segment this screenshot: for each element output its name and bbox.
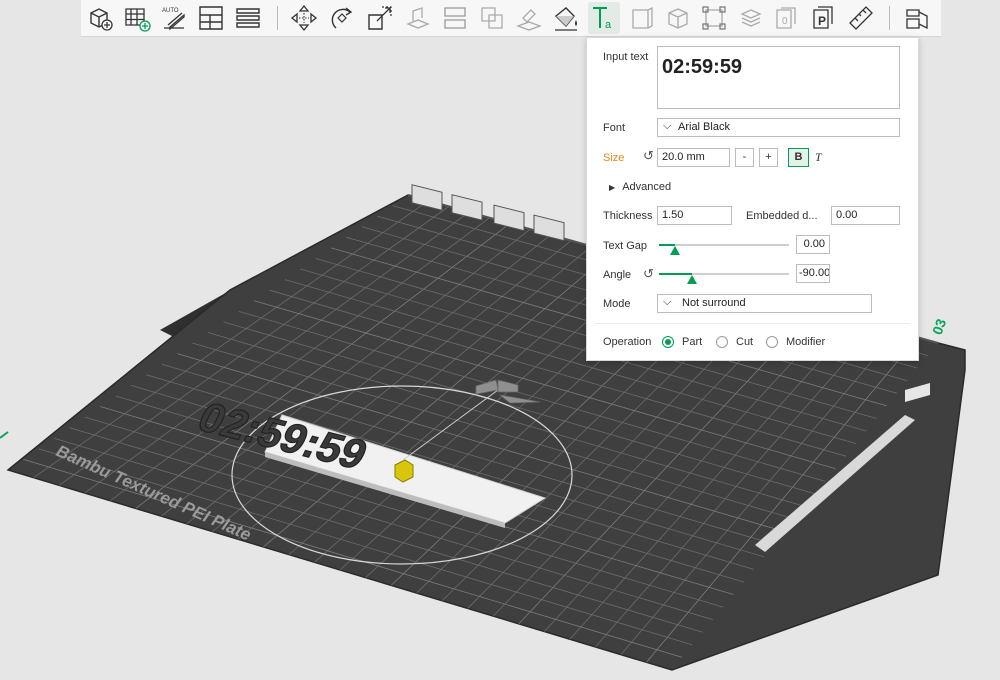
angle-input[interactable]: -90.00 [796,264,830,283]
reset-size-icon[interactable]: ↺ [643,148,654,164]
radio-button[interactable] [716,336,728,348]
text-gap-input[interactable]: 0.00 [796,235,830,254]
text-tool-panel: Input text 02:59:59 Font ⌵ Arial Black S… [586,37,919,361]
panel-divider [595,323,910,324]
embedded-depth-input[interactable]: 0.00 [831,206,900,225]
place-on-face-icon[interactable] [402,2,434,34]
boolean-icon[interactable] [476,2,508,34]
angle-label: Angle [603,269,632,281]
thickness-label: Thickness [603,210,653,222]
thickness-input[interactable]: 1.50 [657,206,732,225]
split-list-icon[interactable] [232,2,264,34]
input-text-label: Input text [603,51,649,63]
size-decrease-button[interactable]: - [735,148,754,167]
radio-button[interactable] [766,336,778,348]
input-text-field[interactable]: 02:59:59 [657,46,900,109]
svg-text:a: a [605,19,612,31]
svg-text:P: P [818,14,826,28]
toolbar-separator [889,6,890,30]
scale-icon[interactable] [364,2,396,34]
operation-modifier-label: Modifier [786,336,826,348]
italic-button[interactable]: T [815,150,822,165]
axis-marker [0,431,9,439]
text-gap-slider-thumb[interactable] [670,246,680,255]
font-label: Font [603,122,626,134]
move-icon[interactable] [288,2,320,34]
arrange-icon[interactable] [195,2,227,34]
size-input[interactable]: 20.0 mm [657,148,730,167]
advanced-label: Advanced [622,181,672,193]
variable-layer-icon[interactable]: 0 [771,2,803,34]
font-select-value: Arial Black [678,121,730,133]
mode-label: Mode [603,298,631,310]
rotate-icon[interactable] [326,2,358,34]
add-plate-icon[interactable] [121,2,153,34]
toolbar-separator [277,6,278,30]
gizmo-handle-icon[interactable] [394,459,414,483]
font-select[interactable]: ⌵ Arial Black [657,118,900,137]
add-object-icon[interactable] [84,2,116,34]
operation-label: Operation [603,336,652,348]
mesh-boolean-icon[interactable] [662,2,694,34]
plate-number: 03 [929,316,949,336]
auto-orient-icon[interactable]: AUTO [158,2,190,34]
mode-select-value: Not surround [682,297,746,309]
size-increase-button[interactable]: + [759,148,778,167]
explode-view-icon[interactable] [901,2,933,34]
triangle-right-icon: ▶ [609,183,616,192]
measure-icon[interactable] [845,2,877,34]
angle-slider-thumb[interactable] [687,275,697,284]
chevron-down-icon: ⌵ [663,296,672,308]
emboss-icon[interactable] [626,2,658,34]
layers-icon[interactable] [735,2,767,34]
simplify-icon[interactable] [698,2,730,34]
operation-cut-label: Cut [736,336,754,348]
text-icon[interactable]: a [588,2,620,34]
operation-part-label: Part [682,336,703,348]
size-label: Size [603,152,625,164]
advanced-toggle[interactable]: ▶ Advanced [609,181,671,193]
cut-icon[interactable] [439,2,471,34]
support-paint-icon[interactable] [513,2,545,34]
reset-angle-icon[interactable]: ↺ [643,266,654,282]
main-toolbar: AUTO a 0 P [81,0,941,37]
svg-text:0: 0 [782,16,788,27]
embedded-depth-label: Embedded d... [746,210,818,222]
radio-button[interactable] [662,336,674,348]
mode-select[interactable]: ⌵ Not surround [657,294,872,313]
chevron-down-icon: ⌵ [663,120,672,132]
color-paint-icon[interactable] [550,2,582,34]
text-gap-label: Text Gap [603,240,648,252]
bold-button[interactable]: B [788,148,809,167]
assembly-icon[interactable]: P [808,2,840,34]
auto-label: AUTO [162,8,179,14]
